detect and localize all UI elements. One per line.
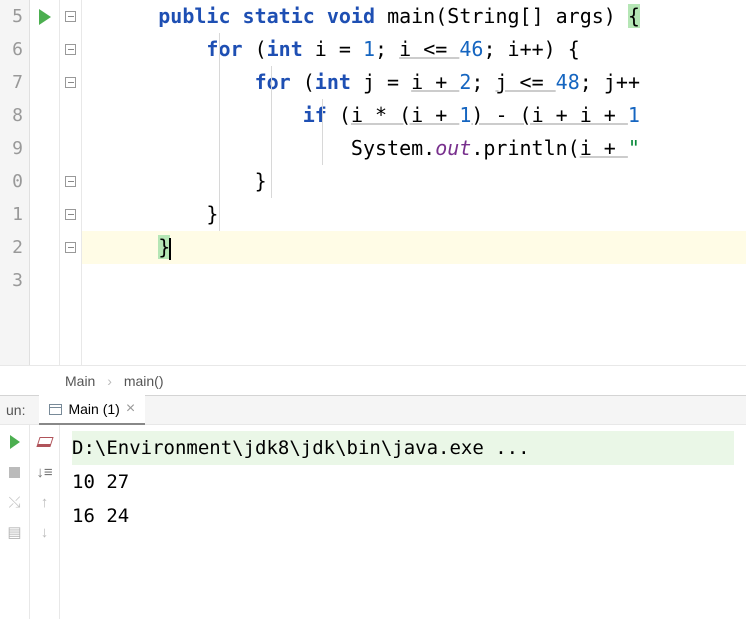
breadcrumb-class[interactable]: Main <box>65 373 95 389</box>
run-icon-gutter <box>30 0 60 365</box>
scroll-to-end-icon[interactable]: ↓≡ <box>36 463 54 481</box>
run-tool-window: ⤯ ▤ ↓≡ ↑ ↓ D:\Environment\jdk8\jdk\bin\j… <box>0 425 746 619</box>
line-number[interactable]: 8 <box>0 99 23 132</box>
breadcrumb[interactable]: Main › main() <box>0 365 746 395</box>
run-tab-name: Main (1) <box>68 394 119 424</box>
fold-toggle-icon[interactable] <box>60 231 81 264</box>
line-number[interactable]: 2 <box>0 231 23 264</box>
console-output[interactable]: D:\Environment\jdk8\jdk\bin\java.exe ...… <box>60 425 746 619</box>
caret <box>169 238 171 260</box>
rerun-icon[interactable] <box>6 433 24 451</box>
exit-icon[interactable]: ⤯ <box>6 493 24 511</box>
line-number[interactable]: 6 <box>0 33 23 66</box>
up-icon[interactable]: ↑ <box>36 493 54 511</box>
fold-toggle-icon[interactable] <box>60 33 81 66</box>
fold-gutter <box>60 0 82 365</box>
stop-icon[interactable] <box>6 463 24 481</box>
console-output-line: 16 24 <box>72 499 734 533</box>
run-main-icon[interactable] <box>30 0 59 33</box>
console-cmd-line: D:\Environment\jdk8\jdk\bin\java.exe ... <box>72 431 734 465</box>
line-number[interactable]: 0 <box>0 165 23 198</box>
console-output-line: 10 27 <box>72 465 734 499</box>
fold-toggle-icon[interactable] <box>60 66 81 99</box>
line-number-gutter: 5 6 7 8 9 0 1 2 3 <box>0 0 30 365</box>
line-number[interactable]: 9 <box>0 132 23 165</box>
layout-icon[interactable]: ▤ <box>6 523 24 541</box>
down-icon[interactable]: ↓ <box>36 523 54 541</box>
code-content-area[interactable]: public static void main(String[] args) {… <box>82 0 746 365</box>
chevron-right-icon: › <box>107 373 112 389</box>
line-number[interactable]: 5 <box>0 0 23 33</box>
run-config-tab[interactable]: Main (1) × <box>39 395 145 425</box>
close-icon[interactable]: × <box>126 394 135 424</box>
erase-icon[interactable] <box>36 433 54 451</box>
run-toolbar-secondary: ↓≡ ↑ ↓ <box>30 425 60 619</box>
run-panel-label: un: <box>0 395 31 425</box>
run-toolbar-primary: ⤯ ▤ <box>0 425 30 619</box>
run-panel-header: un: Main (1) × <box>0 395 746 425</box>
fold-toggle-icon[interactable] <box>60 0 81 33</box>
application-icon <box>49 404 62 415</box>
line-number[interactable]: 3 <box>0 264 23 297</box>
breadcrumb-method[interactable]: main() <box>124 373 164 389</box>
line-number[interactable]: 7 <box>0 66 23 99</box>
line-number[interactable]: 1 <box>0 198 23 231</box>
fold-toggle-icon[interactable] <box>60 165 81 198</box>
fold-toggle-icon[interactable] <box>60 198 81 231</box>
code-editor: 5 6 7 8 9 0 1 2 3 public static void mai… <box>0 0 746 365</box>
